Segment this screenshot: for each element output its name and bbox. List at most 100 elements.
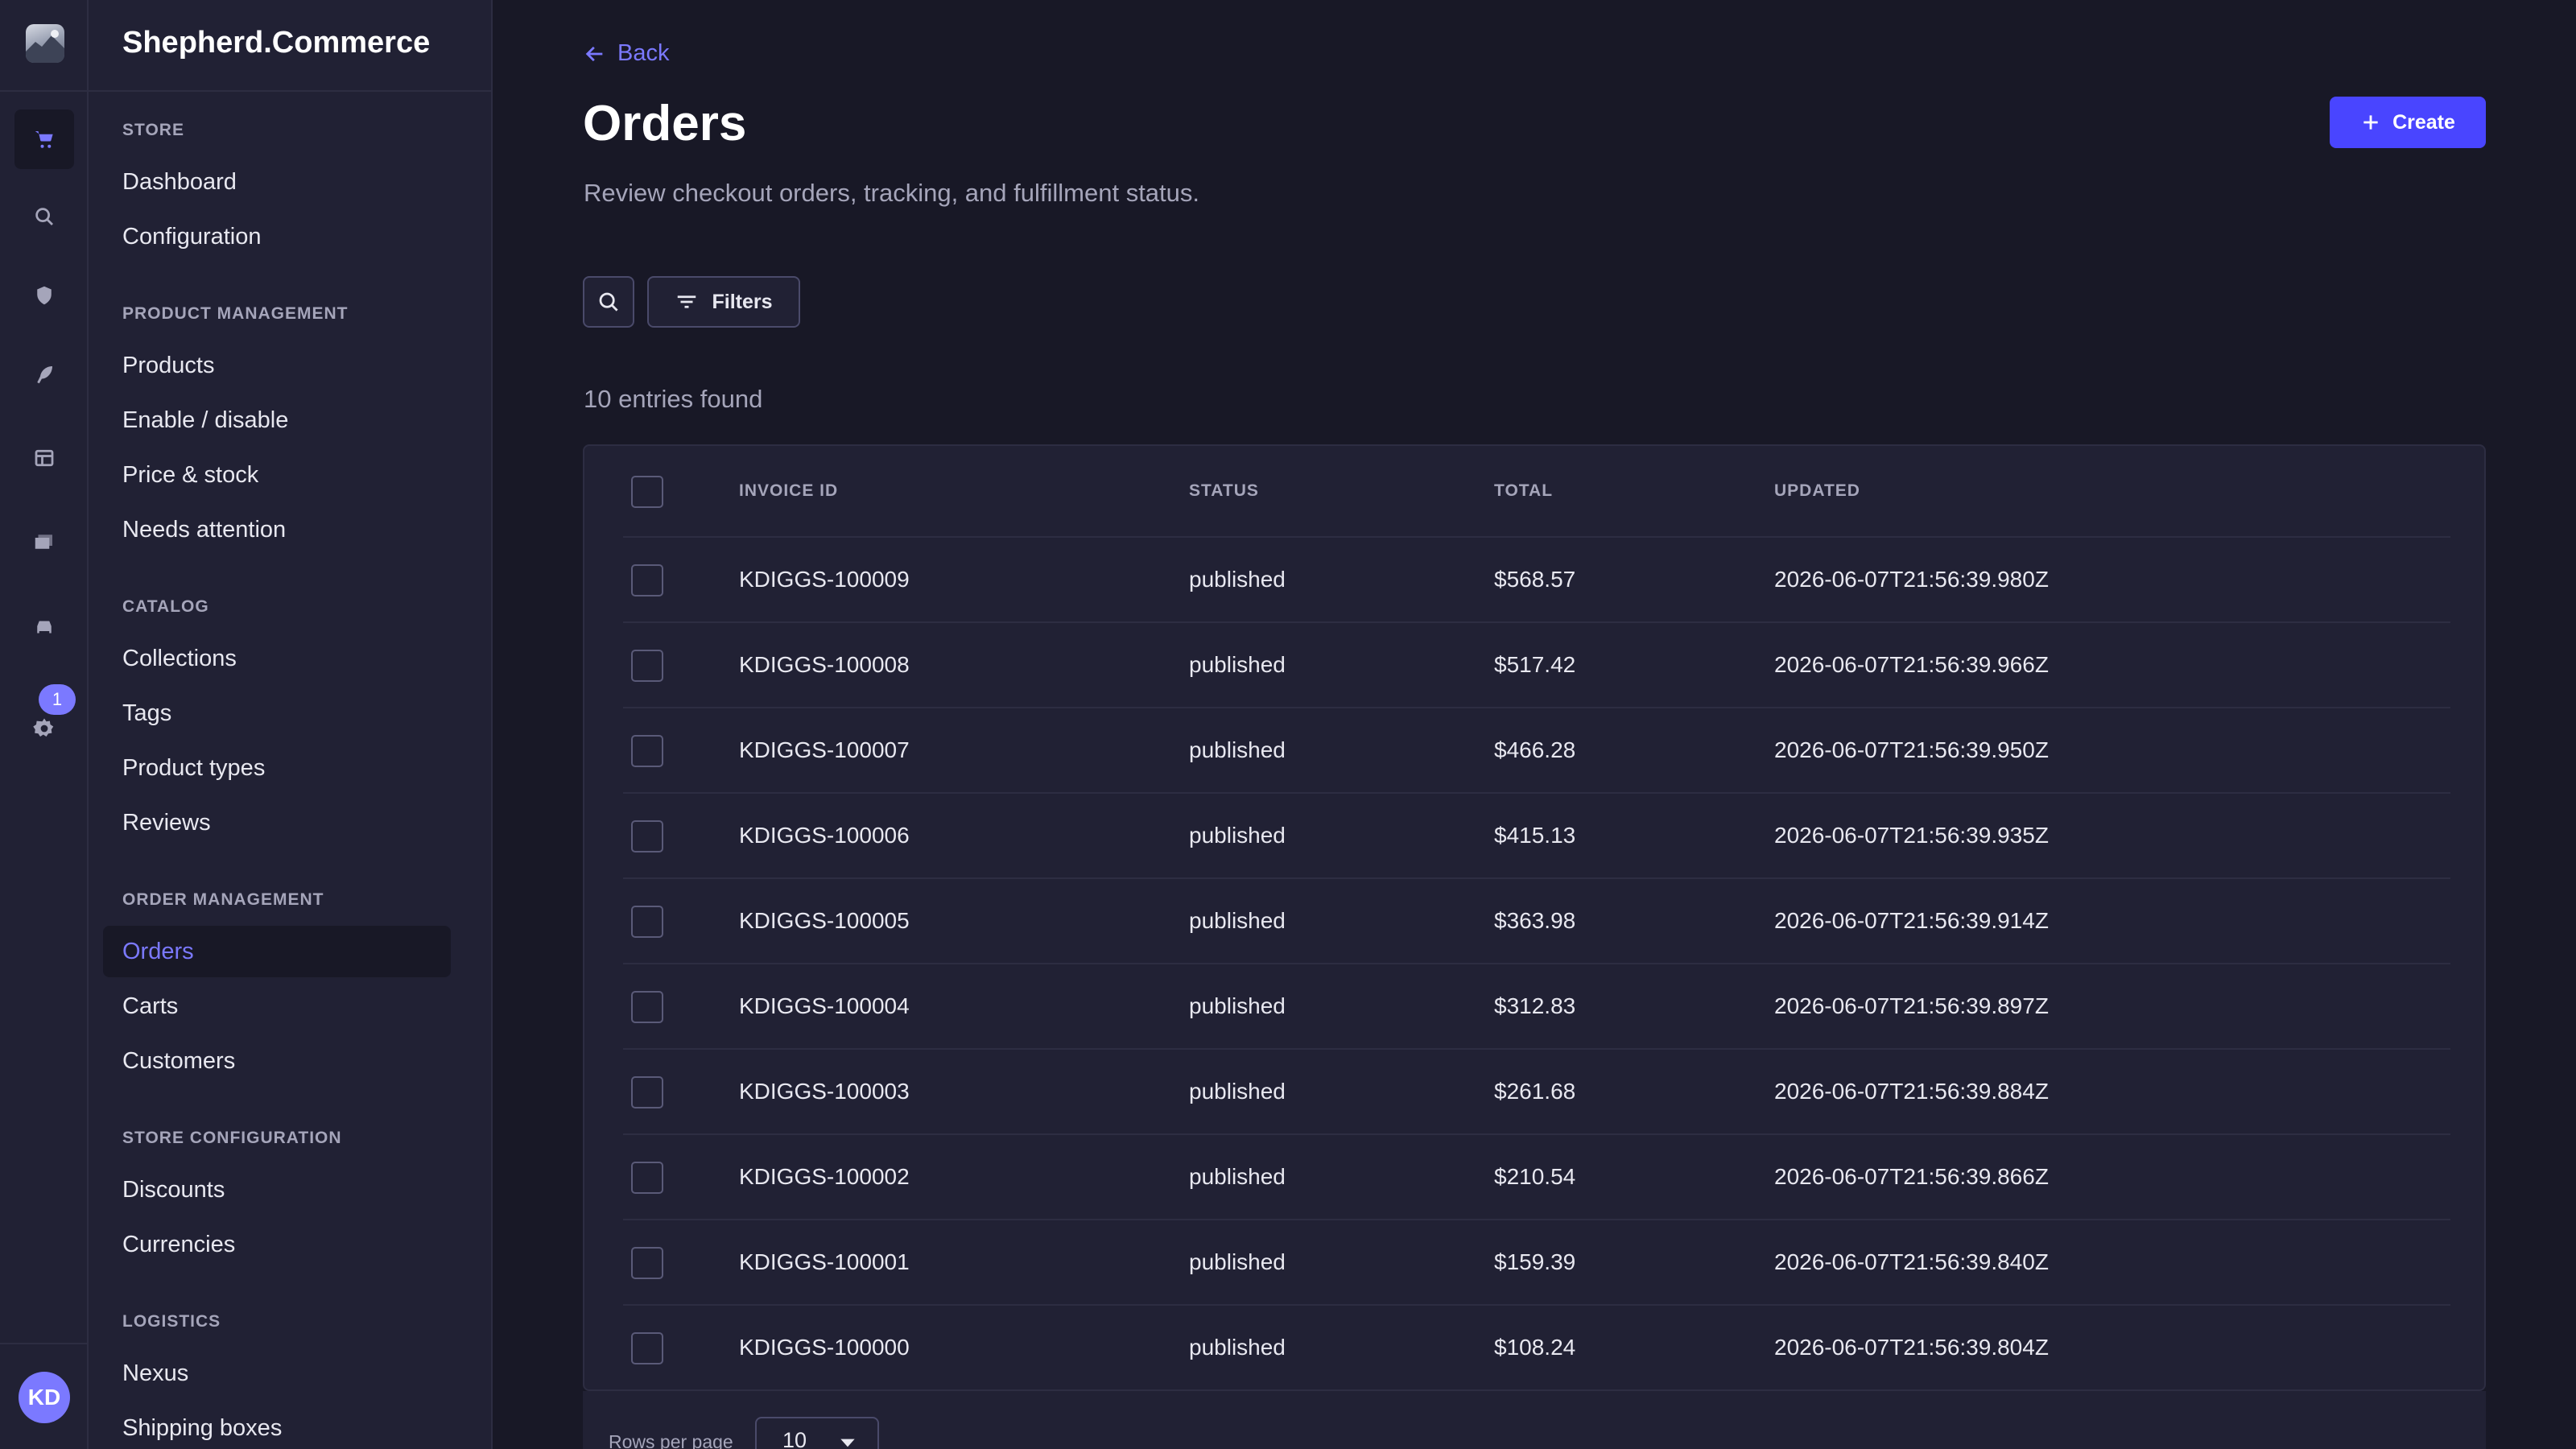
row-checkbox[interactable] xyxy=(631,1076,663,1108)
total-cell: $415.13 xyxy=(1494,823,1576,848)
sidebar-item-tags[interactable]: Tags xyxy=(122,700,171,727)
row-checkbox[interactable] xyxy=(631,1247,663,1279)
invoice-id-cell: KDIGGS-100007 xyxy=(739,737,910,762)
create-button-label: Create xyxy=(2392,110,2455,134)
status-cell: published xyxy=(1189,652,1286,677)
updated-cell: 2026-06-07T21:56:39.884Z xyxy=(1774,1079,2049,1104)
feather-icon[interactable] xyxy=(14,345,74,404)
row-checkbox[interactable] xyxy=(631,564,663,597)
column-header-updated[interactable]: UPDATED xyxy=(1774,481,1860,501)
page-subtitle: Review checkout orders, tracking, and fu… xyxy=(584,179,1200,207)
total-cell: $517.42 xyxy=(1494,652,1576,677)
sidebar-item-configuration[interactable]: Configuration xyxy=(122,224,262,250)
column-header-status[interactable]: STATUS xyxy=(1189,481,1259,501)
sidebar-item-enable-disable[interactable]: Enable / disable xyxy=(122,407,288,434)
row-checkbox[interactable] xyxy=(631,906,663,938)
row-checkbox[interactable] xyxy=(631,1332,663,1364)
table-row[interactable]: KDIGGS-100007 published $466.28 2026-06-07T… xyxy=(623,708,2450,794)
total-cell: $466.28 xyxy=(1494,737,1576,762)
status-cell: published xyxy=(1189,1249,1286,1274)
back-link[interactable]: Back xyxy=(584,40,669,67)
sidebar-item-orders[interactable]: Orders xyxy=(122,939,194,965)
status-cell: published xyxy=(1189,908,1286,933)
sidebar-item-products[interactable]: Products xyxy=(122,353,214,379)
table-row[interactable]: KDIGGS-100003 published $261.68 2026-06-07T… xyxy=(623,1050,2450,1135)
rail-divider xyxy=(0,90,89,92)
sidebar-item-carts[interactable]: Carts xyxy=(122,993,178,1020)
status-cell: published xyxy=(1189,567,1286,592)
chevron-down-icon xyxy=(840,1439,855,1447)
rows-per-page-label: Rows per page xyxy=(609,1431,733,1449)
invoice-id-cell: KDIGGS-100002 xyxy=(739,1164,910,1189)
icon-rail: 1 KD xyxy=(0,0,89,1449)
images-icon[interactable] xyxy=(14,512,74,572)
row-checkbox[interactable] xyxy=(631,650,663,682)
status-cell: published xyxy=(1189,1335,1286,1360)
table-row[interactable]: KDIGGS-100008 published $517.42 2026-06-07T… xyxy=(623,623,2450,708)
notification-badge: 1 xyxy=(39,684,76,715)
page-title: Orders xyxy=(583,96,747,151)
invoice-id-cell: KDIGGS-100001 xyxy=(739,1249,910,1274)
row-checkbox[interactable] xyxy=(631,991,663,1023)
table-row[interactable]: KDIGGS-100006 published $415.13 2026-06-07T… xyxy=(623,794,2450,879)
layout-icon[interactable] xyxy=(14,428,74,488)
shop-logo[interactable] xyxy=(26,24,64,63)
rail-divider xyxy=(0,1343,89,1344)
orders-table: INVOICE ID STATUS TOTAL UPDATED KDIGGS-1… xyxy=(583,444,2486,1391)
updated-cell: 2026-06-07T21:56:39.950Z xyxy=(1774,737,2049,762)
filters-button[interactable]: Filters xyxy=(647,276,800,328)
pagination-bar: Rows per page 10 xyxy=(583,1391,2486,1449)
status-cell: published xyxy=(1189,1164,1286,1189)
sidebar-item-discounts[interactable]: Discounts xyxy=(122,1177,225,1203)
table-row[interactable]: KDIGGS-100000 published $108.24 2026-06-07T… xyxy=(623,1306,2450,1391)
table-row[interactable]: KDIGGS-100002 published $210.54 2026-06-07T… xyxy=(623,1135,2450,1220)
row-checkbox[interactable] xyxy=(631,735,663,767)
total-cell: $108.24 xyxy=(1494,1335,1576,1360)
table-header-row: INVOICE ID STATUS TOTAL UPDATED xyxy=(623,446,2450,538)
cart-icon[interactable] xyxy=(14,109,74,169)
section-title-catalog: CATALOG xyxy=(122,597,209,616)
row-checkbox[interactable] xyxy=(631,1162,663,1194)
create-button[interactable]: Create xyxy=(2330,97,2486,148)
table-row[interactable]: KDIGGS-100001 published $159.39 2026-06-07T… xyxy=(623,1220,2450,1306)
plus-icon xyxy=(2363,115,2378,130)
car-icon[interactable] xyxy=(14,597,74,657)
sidebar-item-shipping-boxes[interactable]: Shipping boxes xyxy=(122,1415,282,1442)
updated-cell: 2026-06-07T21:56:39.840Z xyxy=(1774,1249,2049,1274)
back-label: Back xyxy=(617,40,670,66)
search-button[interactable] xyxy=(583,276,634,328)
sidebar-item-nexus[interactable]: Nexus xyxy=(122,1360,188,1387)
invoice-id-cell: KDIGGS-100004 xyxy=(739,993,910,1018)
status-cell: published xyxy=(1189,737,1286,762)
invoice-id-cell: KDIGGS-100003 xyxy=(739,1079,910,1104)
table-row[interactable]: KDIGGS-100005 published $363.98 2026-06-07T… xyxy=(623,879,2450,964)
invoice-id-cell: KDIGGS-100005 xyxy=(739,908,910,933)
sidebar: Shepherd.Commerce STORE Dashboard Config… xyxy=(89,0,493,1449)
rows-per-page-select[interactable]: 10 xyxy=(755,1417,879,1449)
row-checkbox[interactable] xyxy=(631,820,663,852)
column-header-total[interactable]: TOTAL xyxy=(1494,481,1553,501)
sidebar-item-customers[interactable]: Customers xyxy=(122,1048,235,1075)
column-header-invoice-id[interactable]: INVOICE ID xyxy=(739,481,838,501)
table-row[interactable]: KDIGGS-100004 published $312.83 2026-06-07T… xyxy=(623,964,2450,1050)
total-cell: $363.98 xyxy=(1494,908,1576,933)
user-avatar[interactable]: KD xyxy=(19,1372,70,1423)
sidebar-item-needs-attention[interactable]: Needs attention xyxy=(122,517,286,543)
invoice-id-cell: KDIGGS-100006 xyxy=(739,823,910,848)
sidebar-item-price-stock[interactable]: Price & stock xyxy=(122,462,258,489)
invoice-id-cell: KDIGGS-100009 xyxy=(739,567,910,592)
sidebar-item-dashboard[interactable]: Dashboard xyxy=(122,169,237,196)
filters-button-label: Filters xyxy=(712,290,773,313)
sidebar-item-product-types[interactable]: Product types xyxy=(122,755,265,782)
sidebar-item-collections[interactable]: Collections xyxy=(122,646,237,672)
table-row[interactable]: KDIGGS-100009 published $568.57 2026-06-07T… xyxy=(623,538,2450,623)
invoice-id-cell: KDIGGS-100008 xyxy=(739,652,910,677)
sidebar-item-reviews[interactable]: Reviews xyxy=(122,810,211,836)
search-icon[interactable] xyxy=(14,187,74,246)
updated-cell: 2026-06-07T21:56:39.980Z xyxy=(1774,567,2049,592)
sidebar-item-currencies[interactable]: Currencies xyxy=(122,1232,235,1258)
select-all-checkbox[interactable] xyxy=(631,476,663,508)
section-title-product-management: PRODUCT MANAGEMENT xyxy=(122,304,349,323)
shield-icon[interactable] xyxy=(14,266,74,325)
arrow-left-icon xyxy=(585,46,603,61)
